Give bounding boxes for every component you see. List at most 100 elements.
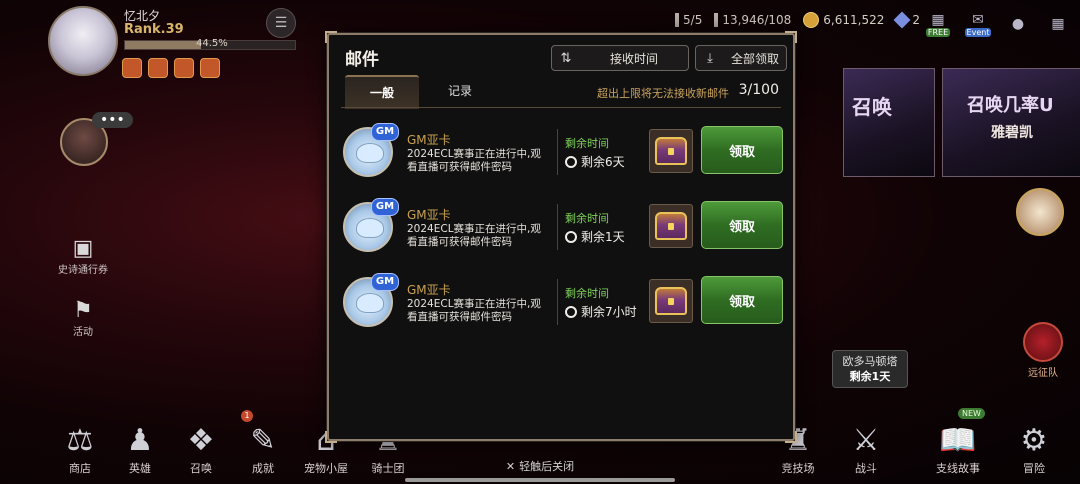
expedition-label: 远征队 xyxy=(1028,368,1058,379)
player-rank: Rank.39 xyxy=(124,22,184,37)
claim-button[interactable]: 领取 xyxy=(701,201,783,249)
buff-icon[interactable] xyxy=(122,58,142,78)
tab-general[interactable]: 一般 xyxy=(345,75,419,109)
summon-banner-right[interactable]: 召唤几率U 雅碧凯 xyxy=(942,68,1080,177)
exp-bar-fill xyxy=(125,41,201,49)
reward-chest[interactable] xyxy=(649,129,693,173)
summon-icon: ❖ xyxy=(187,423,215,458)
chat-icon[interactable]: ☰ xyxy=(266,8,296,38)
gem-resource[interactable]: 2 xyxy=(893,11,920,29)
chat-bubble-icon[interactable]: ● xyxy=(1004,8,1032,40)
achievement-icon: ✎ xyxy=(250,423,276,458)
sender-avatar-creature xyxy=(356,293,384,313)
buff-icon[interactable] xyxy=(200,58,220,78)
divider xyxy=(557,204,558,250)
expedition-button[interactable]: 远征队 xyxy=(1020,322,1066,379)
remaining-time: 剩余6天 xyxy=(565,153,625,170)
mail-count: 3/100 xyxy=(738,82,779,98)
claim-button[interactable]: 领取 xyxy=(701,276,783,324)
epic-pass-button[interactable]: ▣ 史诗通行券 xyxy=(58,236,108,276)
close-hint-text: 轻触后关闭 xyxy=(519,460,575,473)
activity-button[interactable]: ⚑ 活动 xyxy=(58,298,108,338)
remaining-value: 剩余1天 xyxy=(581,230,625,244)
epic-pass-label: 史诗通行券 xyxy=(58,265,108,276)
claim-button[interactable]: 领取 xyxy=(701,126,783,174)
remaining-value: 剩余7小时 xyxy=(581,305,637,319)
home-indicator[interactable] xyxy=(405,478,675,482)
clock-icon xyxy=(565,230,577,243)
close-icon: ✕ xyxy=(505,460,516,473)
divider xyxy=(557,129,558,175)
mail-title: 邮件 xyxy=(345,50,379,70)
treasure-chest-icon xyxy=(655,287,687,315)
stamina-icon xyxy=(675,13,680,27)
treasure-chest-icon xyxy=(655,137,687,165)
claim-all-button[interactable]: ⤓ 全部领取 xyxy=(695,45,787,71)
gold-coin-icon xyxy=(803,12,820,28)
achievement-badge: 1 xyxy=(241,410,253,422)
arena-resource[interactable]: 13,946/108 xyxy=(714,13,791,27)
clock-icon xyxy=(565,305,577,318)
player-avatar[interactable] xyxy=(48,6,118,76)
tab-record[interactable]: 记录 xyxy=(423,75,497,107)
frame-corner xyxy=(325,431,337,443)
sort-icon: ⇅ xyxy=(560,50,572,66)
divider xyxy=(557,279,558,325)
mail-dialog: 邮件 ⇅ 接收时间 ⤓ 全部领取 一般 记录 超出上限将无法接收新邮件 3/10… xyxy=(325,31,797,443)
exp-percent: 44.5% xyxy=(196,38,228,49)
top-icon-bar: ▦ FREE ✉ Event ● ▦ xyxy=(924,8,1072,40)
gm-badge: GM xyxy=(371,273,399,291)
activity-label: 活动 xyxy=(73,327,93,338)
buff-icon[interactable] xyxy=(148,58,168,78)
arena-value: 13,946/108 xyxy=(722,13,792,27)
mail-body: 2024ECL赛事正在进行中,观看直播可获得邮件密码 xyxy=(407,148,541,173)
sender-avatar-creature xyxy=(356,143,384,163)
new-tag: NEW xyxy=(958,408,985,419)
reward-chest[interactable] xyxy=(649,279,693,323)
epic-pass-icon: ▣ xyxy=(72,236,94,261)
mail-item[interactable]: GM GM亚卡 2024ECL赛事正在进行中,观看直播可获得邮件密码 剩余时间 … xyxy=(341,196,785,264)
tower-tooltip: 欧多马顿塔 剩余1天 xyxy=(832,350,908,388)
shop-icon: ⚖ xyxy=(66,423,94,458)
frame-corner xyxy=(785,31,797,43)
gm-badge: GM xyxy=(371,123,399,141)
resource-bar: 5/5 13,946/108 6,611,522 2 xyxy=(675,11,920,29)
event-tag: Event xyxy=(964,27,992,37)
arena-flag-icon xyxy=(714,13,719,27)
remaining-label: 剩余时间 xyxy=(565,137,609,150)
mail-item[interactable]: GM GM亚卡 2024ECL赛事正在进行中,观看直播可获得邮件密码 剩余时间 … xyxy=(341,121,785,189)
free-shop-icon[interactable]: ▦ FREE xyxy=(924,8,952,40)
download-icon: ⤓ xyxy=(707,50,713,66)
character-avatar[interactable] xyxy=(1016,188,1064,236)
gold-resource[interactable]: 6,611,522 xyxy=(803,12,884,28)
mail-sender: GM亚卡 xyxy=(407,208,451,222)
bell-icon: ⚑ xyxy=(73,298,93,323)
mail-body: 2024ECL赛事正在进行中,观看直播可获得邮件密码 xyxy=(407,223,541,248)
battle-icon: ⚔ xyxy=(852,423,880,458)
hero-icon: ♟ xyxy=(126,423,154,458)
tap-to-close-hint[interactable]: ✕ 轻触后关闭 xyxy=(0,458,1080,474)
gold-value: 6,611,522 xyxy=(823,13,885,27)
adventure-icon: ⚙ xyxy=(1020,423,1048,458)
chat-dots-icon[interactable]: ••• xyxy=(92,112,133,128)
event-mail-icon[interactable]: ✉ Event xyxy=(964,8,992,40)
menu-grid-icon[interactable]: ▦ xyxy=(1044,8,1072,40)
reward-chest[interactable] xyxy=(649,204,693,248)
mail-body: 2024ECL赛事正在进行中,观看直播可获得邮件密码 xyxy=(407,298,541,323)
stamina-resource[interactable]: 5/5 xyxy=(675,13,702,27)
summon-banner-left[interactable]: 召唤 xyxy=(843,68,935,177)
remaining-value: 剩余6天 xyxy=(581,155,625,169)
mail-item[interactable]: GM GM亚卡 2024ECL赛事正在进行中,观看直播可获得邮件密码 剩余时间 … xyxy=(341,271,785,339)
sort-by-time-button[interactable]: ⇅ 接收时间 xyxy=(551,45,689,71)
mail-limit-text: 超出上限将无法接收新邮件 xyxy=(597,87,729,100)
treasure-chest-icon xyxy=(655,212,687,240)
buff-icon[interactable] xyxy=(174,58,194,78)
free-tag: FREE xyxy=(925,27,951,37)
gem-value: 2 xyxy=(912,13,920,27)
buff-row xyxy=(122,58,220,78)
mail-sender: GM亚卡 xyxy=(407,133,451,147)
gem-icon xyxy=(893,11,911,29)
remaining-time: 剩余1天 xyxy=(565,228,625,245)
tooltip-title: 欧多马顿塔 xyxy=(842,355,898,368)
expedition-icon xyxy=(1023,322,1063,362)
